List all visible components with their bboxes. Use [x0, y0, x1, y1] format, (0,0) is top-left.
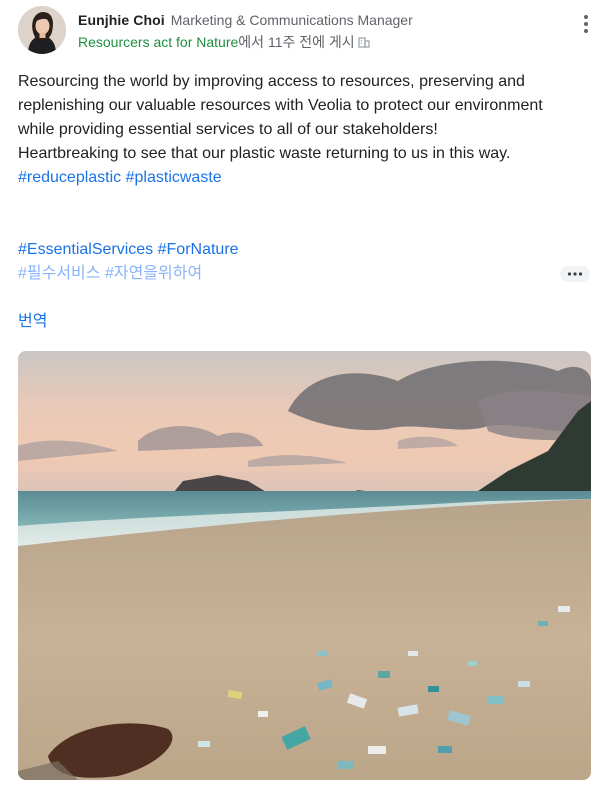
hashtag-reduceplastic[interactable]: #reduceplastic	[18, 169, 121, 186]
body-line: Heartbreaking to see that our plastic wa…	[18, 145, 511, 162]
expand-button[interactable]	[560, 266, 590, 282]
more-options-button[interactable]	[572, 10, 600, 38]
community-link[interactable]: Resourcers act for Nature	[78, 34, 238, 50]
author-role: Marketing & Communications Manager	[170, 12, 413, 28]
body-line: replenishing our valuable resources with…	[18, 97, 543, 114]
hashtag-essential-services-ko[interactable]: #필수서비스	[18, 265, 101, 282]
posted-time: 에서 11주 전에 게시	[238, 34, 355, 50]
post-meta: Resourcers act for Nature에서 11주 전에 게시	[78, 32, 370, 52]
hashtag-line: #reduceplastic #plasticwaste	[18, 166, 588, 190]
hashtag-fornature[interactable]: #ForNature	[158, 241, 239, 258]
avatar[interactable]	[18, 6, 66, 54]
hashtag-line-korean: #필수서비스 #자연을위하여	[18, 262, 202, 286]
body-line: Resourcing the world by improving access…	[18, 73, 525, 90]
post-body: Resourcing the world by improving access…	[18, 70, 588, 190]
hashtag-line-2: #EssentialServices #ForNature	[18, 238, 239, 262]
author-line: Eunjhie Choi Marketing & Communications M…	[78, 12, 413, 30]
hashtag-essentialservices[interactable]: #EssentialServices	[18, 241, 153, 258]
building-icon	[358, 35, 370, 51]
more-horiz-icon	[567, 272, 583, 276]
post-card: Eunjhie Choi Marketing & Communications M…	[0, 0, 608, 792]
author-name[interactable]: Eunjhie Choi	[78, 12, 165, 28]
post-photo[interactable]	[18, 351, 591, 780]
body-line: while providing essential services to al…	[18, 121, 438, 138]
hashtag-plasticwaste[interactable]: #plasticwaste	[126, 169, 222, 186]
beach-plastic-photo	[18, 351, 591, 780]
translate-link[interactable]: 번역	[18, 310, 47, 334]
hashtag-for-nature-ko[interactable]: #자연을위하여	[105, 265, 202, 282]
more-vert-icon	[584, 15, 588, 33]
